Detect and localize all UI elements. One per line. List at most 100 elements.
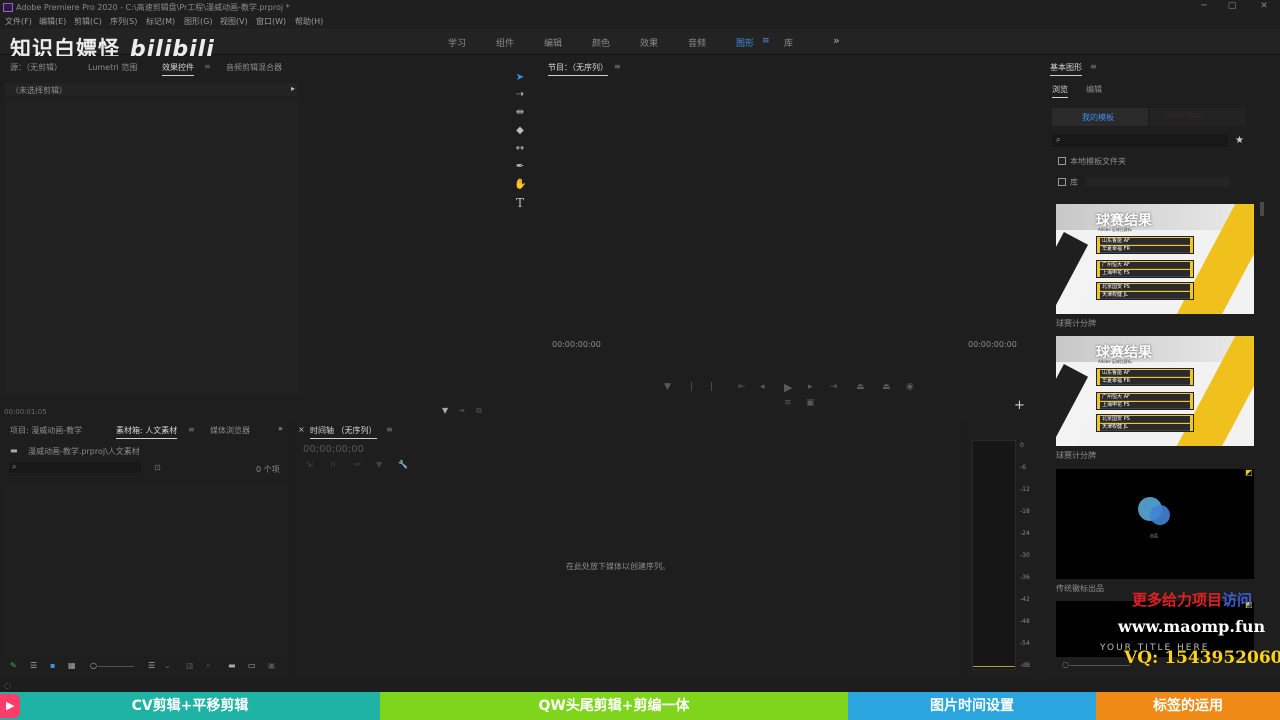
export-frame-icon[interactable]: ⇥ (458, 406, 465, 415)
program-monitor-title[interactable]: 节目：（无序列） (548, 62, 608, 76)
tab-browse[interactable]: 浏览 (1052, 84, 1068, 98)
timeline-timecode[interactable]: 00;00;00;00 (303, 444, 364, 455)
tab-effect-controls[interactable]: 效果控件 (162, 62, 194, 76)
expand-arrow-icon[interactable]: ▸ (291, 84, 295, 93)
menu-graphics[interactable]: 图形(G) (184, 16, 212, 27)
timeline-title[interactable]: 时间轴 （无序列） (310, 425, 377, 439)
workspace-tab-assembly[interactable]: 组件 (496, 36, 514, 49)
mark-in-icon[interactable]: | (690, 382, 693, 392)
panel-overflow-icon[interactable]: » (278, 424, 283, 433)
menu-window[interactable]: 窗口(W) (256, 16, 286, 27)
thumbnail-size-slider-handle[interactable]: ○ (1062, 660, 1069, 669)
mark-out-icon[interactable]: | (710, 382, 713, 392)
compare-icon[interactable]: ≡ (784, 398, 792, 408)
menu-marker[interactable]: 标记(M) (146, 16, 175, 27)
sort-icon[interactable]: ☰ (148, 661, 155, 670)
template-thumbnail-logo-reveal[interactable]: 出品 (1056, 469, 1254, 579)
menu-edit[interactable]: 编辑(E) (39, 16, 66, 27)
button-editor-plus-icon[interactable]: + (1014, 398, 1025, 413)
clear-icon[interactable]: ▣ (268, 661, 276, 670)
linked-selection-icon[interactable]: ⚯ (354, 460, 361, 469)
workspace-tab-editing[interactable]: 编辑 (544, 36, 562, 49)
tab-edit[interactable]: 编辑 (1086, 84, 1102, 95)
new-bin-bottom-icon[interactable]: ▬ (228, 661, 236, 670)
step-back-icon[interactable]: ◂ (760, 382, 765, 392)
workspace-tab-learning[interactable]: 学习 (448, 36, 466, 49)
close-button[interactable]: ✕ (1256, 1, 1272, 13)
ripple-edit-tool-icon[interactable]: ⇹ (514, 107, 526, 119)
sort-dropdown-icon[interactable]: ⌄ (164, 661, 171, 670)
adobe-stock-button[interactable]: Adobe Stock (1150, 108, 1246, 126)
hand-tool-icon[interactable]: ✋ (514, 179, 526, 191)
tab-bin[interactable]: 素材箱: 人文素材 (116, 425, 178, 439)
timeline-settings-icon[interactable]: 🔧 (398, 460, 408, 469)
new-item-icon[interactable]: ▭ (248, 661, 256, 670)
template-search-input[interactable]: ⌕ (1052, 134, 1228, 147)
banner-play-icon[interactable]: ▶ (0, 694, 20, 718)
lift-icon[interactable]: ⏏ (856, 382, 865, 392)
filter-icon[interactable]: ▼ (442, 406, 448, 415)
play-icon[interactable]: ▶ (784, 381, 792, 394)
workspace-menu-icon[interactable]: ≡ (762, 36, 770, 46)
workspace-tab-libraries[interactable]: 库 (784, 36, 793, 49)
freeform-view-icon[interactable]: ▦ (68, 661, 76, 670)
selection-tool-icon[interactable]: ➤ (514, 72, 526, 84)
settings-icon[interactable]: ⧉ (476, 406, 482, 416)
export-frame-camera-icon[interactable]: ◉ (906, 382, 914, 392)
menu-help[interactable]: 帮助(H) (295, 16, 323, 27)
new-bin-icon[interactable]: ⊡ (154, 463, 161, 472)
effect-controls-menu-icon[interactable]: ≡ (204, 62, 211, 71)
maximize-button[interactable]: ▢ (1224, 1, 1240, 13)
workspace-tab-audio[interactable]: 音频 (688, 36, 706, 49)
add-marker-icon[interactable]: ▼ (664, 382, 671, 392)
program-timecode-left[interactable]: 00:00:00:00 (552, 340, 601, 349)
insert-sequence-nest-icon[interactable]: ⇲ (306, 460, 313, 469)
tab-source[interactable]: 源：（无剪辑） (10, 62, 62, 73)
menu-clip[interactable]: 剪辑(C) (74, 16, 102, 27)
slip-tool-icon[interactable]: ↔ (514, 143, 526, 155)
workspace-tab-color[interactable]: 颜色 (592, 36, 610, 49)
bin-contents[interactable] (5, 484, 288, 654)
pen-tool-icon[interactable]: ✒ (514, 161, 526, 173)
menu-file[interactable]: 文件(F) (5, 16, 32, 27)
track-select-tool-icon[interactable]: ⇢ (514, 89, 526, 101)
essential-graphics-title[interactable]: 基本图形 (1050, 62, 1082, 76)
find-icon[interactable]: ⌕ (206, 661, 210, 671)
minimize-button[interactable]: ─ (1196, 1, 1212, 13)
safe-margins-icon[interactable]: ▣ (806, 398, 815, 408)
type-tool-icon[interactable]: T (514, 197, 526, 209)
close-tab-icon[interactable]: × (298, 425, 305, 434)
go-to-in-icon[interactable]: ⇤ (738, 382, 746, 392)
program-menu-icon[interactable]: ≡ (614, 62, 621, 71)
list-view-icon[interactable]: ☰ (30, 661, 37, 670)
libraries-checkbox[interactable] (1058, 178, 1066, 186)
zoom-slider-track[interactable] (98, 666, 134, 667)
local-templates-checkbox[interactable] (1058, 157, 1066, 165)
tab-media-browser[interactable]: 媒体浏览器 (210, 425, 250, 436)
timeline-menu-icon[interactable]: ≡ (386, 425, 393, 434)
write-protect-icon[interactable]: ✎ (10, 661, 17, 670)
icon-view-icon[interactable]: ▪ (50, 661, 55, 670)
favorites-star-icon[interactable]: ★ (1235, 135, 1244, 146)
add-marker-timeline-icon[interactable]: ▼ (376, 460, 382, 469)
bin-menu-icon[interactable]: ≡ (188, 425, 195, 434)
snap-icon[interactable]: ∩ (330, 460, 336, 469)
extract-icon[interactable]: ⏏ (882, 382, 891, 392)
thumbnail-size-slider-track[interactable] (1070, 665, 1130, 666)
zoom-slider-handle[interactable]: ○ (90, 661, 97, 670)
menu-view[interactable]: 视图(V) (220, 16, 248, 27)
menu-sequence[interactable]: 序列(S) (110, 16, 137, 27)
tab-audio-clip-mixer[interactable]: 音频剪辑混合器 (226, 62, 282, 73)
step-forward-icon[interactable]: ▸ (808, 382, 813, 392)
automate-to-sequence-icon[interactable]: ▥ (186, 661, 194, 670)
libraries-dropdown[interactable] (1086, 177, 1230, 187)
tab-lumetri-scopes[interactable]: Lumetri 范围 (88, 62, 137, 73)
template-thumbnail-scoreboard-2[interactable]: 球赛结果 Adobe 足球比赛标 山东鲁能 AF 华夏幸福 FR 广州恒大 AF… (1056, 336, 1254, 446)
template-scrollbar[interactable] (1260, 202, 1264, 216)
workspace-tab-effects[interactable]: 效果 (640, 36, 658, 49)
bin-search-input[interactable]: ⌕ (9, 462, 141, 473)
template-thumbnail-scoreboard-1[interactable]: 球赛结果 Adobe 足球比赛标 山东鲁能 AF 华夏幸福 FR 广州恒大 AF… (1056, 204, 1254, 314)
essential-graphics-menu-icon[interactable]: ≡ (1090, 62, 1097, 71)
my-templates-button[interactable]: 我的模板 (1052, 108, 1148, 126)
go-to-out-icon[interactable]: ⇥ (830, 382, 838, 392)
